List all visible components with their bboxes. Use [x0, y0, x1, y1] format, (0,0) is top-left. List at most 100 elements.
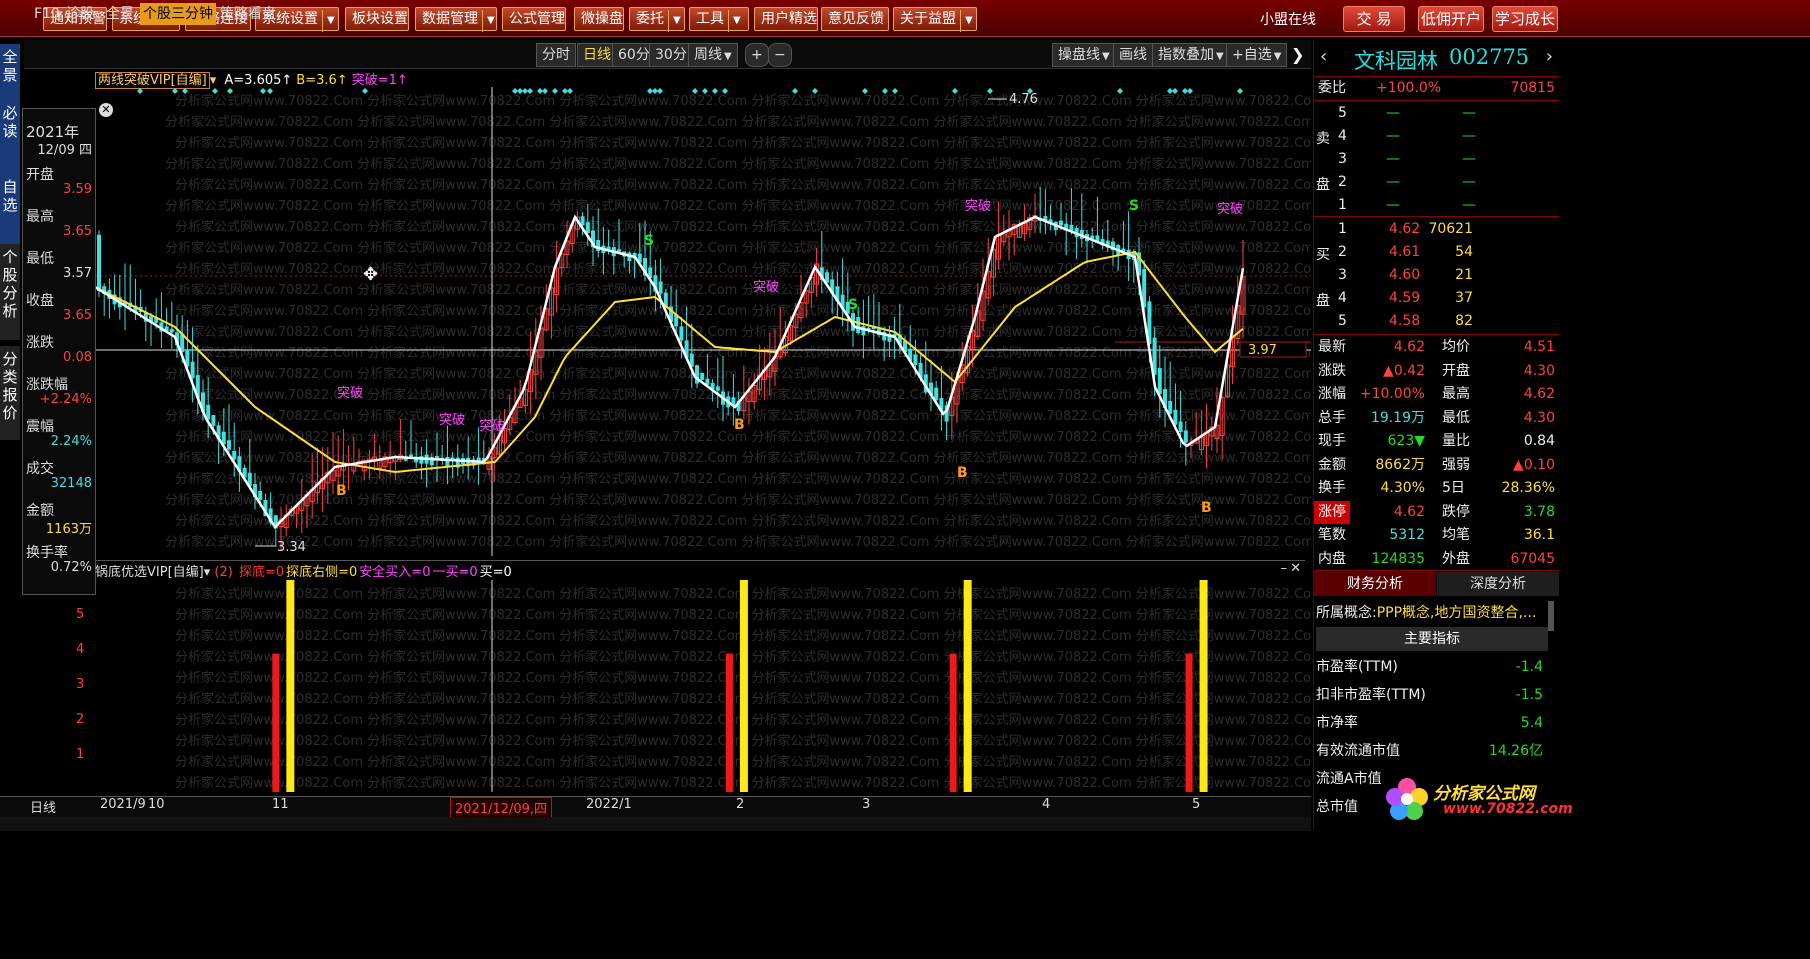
- toolbar-button-9[interactable]: 工具 ▼: [689, 7, 749, 32]
- left-tab-3[interactable]: 个 股 分 析: [0, 244, 20, 341]
- toolbar-button-11[interactable]: 意见反馈: [821, 7, 889, 31]
- info-value-3: 3.65: [63, 308, 92, 323]
- candle-down: [679, 326, 684, 341]
- scrollbar-thumb[interactable]: [1548, 601, 1554, 631]
- zoom-in-button[interactable]: +: [745, 43, 769, 67]
- chevron-down-icon: ▼: [1216, 51, 1224, 62]
- info-label-8: 金额: [26, 503, 54, 519]
- info-value-8: 1163万: [45, 522, 92, 537]
- left-tab-4[interactable]: 分 类 报 价: [0, 346, 20, 441]
- info-label-7: 成交: [26, 461, 54, 477]
- left-tab-1[interactable]: 必 读: [0, 100, 20, 175]
- candle-down: [211, 415, 216, 426]
- toolbar-button-10[interactable]: 用户精选: [754, 7, 818, 31]
- info-label-2: 最低: [26, 251, 54, 267]
- chart-tab-4[interactable]: 策略看盘: [220, 4, 276, 24]
- tab-depth-analysis[interactable]: 深度分析: [1437, 572, 1559, 596]
- sub-y-tick: 1: [76, 747, 85, 762]
- chevron-down-icon: ▼: [724, 51, 732, 62]
- close-icon[interactable]: ✕: [99, 103, 113, 117]
- candle-down: [232, 450, 237, 460]
- chart-right-1[interactable]: 画线: [1113, 43, 1153, 67]
- next-stock-icon[interactable]: ›: [1546, 46, 1553, 67]
- x-axis-label: 4: [1042, 797, 1051, 812]
- toolbar-button-4[interactable]: 板块设置: [345, 7, 409, 31]
- chevron-down-icon: ▼: [728, 10, 741, 32]
- tab-financial-analysis[interactable]: 财务分析: [1314, 572, 1436, 596]
- chevron-down-icon: ▼: [668, 10, 681, 32]
- zoom-out-button[interactable]: −: [768, 43, 792, 67]
- chart-tab-2[interactable]: 全景: [106, 4, 134, 24]
- period-tab-3[interactable]: 30分: [649, 43, 693, 67]
- chart-right-0[interactable]: 操盘线 ▼: [1052, 43, 1116, 67]
- stock-name: 文科园林: [1354, 49, 1438, 73]
- left-tab-0[interactable]: 全 景: [0, 44, 20, 101]
- chart-tab-1[interactable]: 诊股: [66, 4, 94, 24]
- stock-code: 002775: [1449, 45, 1530, 69]
- breakout-label: 突破: [479, 418, 505, 434]
- trade-button[interactable]: 交 易: [1343, 6, 1405, 32]
- sell-signal-label: S: [848, 297, 858, 313]
- x-axis-label: 2021/9: [100, 797, 146, 812]
- main-candlestick-chart[interactable]: 分析家公式网www.70822.Com 分析家公式网www.70822.Com …: [95, 87, 1311, 556]
- sub-indicator-chart[interactable]: 分析家公式网www.70822.Com 分析家公式网www.70822.Com …: [95, 580, 1311, 792]
- chevron-down-icon: ▼: [1273, 51, 1282, 62]
- open-account-button[interactable]: 低佣开户: [1418, 6, 1484, 32]
- period-tab-1[interactable]: 日线: [577, 43, 617, 67]
- watermark-text: 分析家公式网www.70822.Com 分析家公式网www.70822.Com …: [175, 303, 1311, 319]
- breakout-label: 突破: [337, 385, 363, 401]
- chart-right-2[interactable]: 指数叠加 ▼: [1152, 43, 1230, 67]
- quote-row: 内盘 124835 外盘 67045: [1318, 550, 1555, 567]
- logo-url: www.70822.com: [1443, 801, 1573, 817]
- quote-row: 涨跌 ▲0.42 开盘 4.30: [1318, 362, 1555, 379]
- quote-row: 现手 623▼ 量比 0.84: [1318, 433, 1555, 449]
- candle-down: [715, 386, 720, 391]
- period-tab-4[interactable]: 周线 ▼: [688, 43, 738, 67]
- watermark-text: 分析家公式网www.70822.Com 分析家公式网www.70822.Com …: [175, 345, 1311, 361]
- period-label[interactable]: 日线: [30, 797, 56, 816]
- candle-down: [913, 354, 918, 365]
- toolbar-button-7[interactable]: 微操盘: [574, 7, 624, 31]
- candle-down: [580, 216, 585, 226]
- watermark-text: 分析家公式网www.70822.Com 分析家公式网www.70822.Com …: [175, 513, 1311, 529]
- left-tab-2[interactable]: 自 选: [0, 174, 20, 245]
- site-logo: 分析家公式网 www.70822.com: [1383, 775, 1573, 825]
- collapse-panel-icon[interactable]: ❯: [1291, 45, 1304, 64]
- bottom-yellow-bar: [286, 580, 295, 792]
- info-label-4: 涨跌: [26, 335, 54, 351]
- quote-row: 涨停 4.62 跌停 3.78: [1314, 500, 1559, 524]
- period-tab-0[interactable]: 分时: [536, 43, 576, 67]
- toolbar-button-6[interactable]: 公式管理: [502, 7, 566, 31]
- info-value-5: +2.24%: [39, 392, 92, 407]
- main-indicator-title: 主要指标: [1316, 627, 1548, 651]
- concept-row: 所属概念:PPP概念,地方国资整合,...: [1316, 605, 1537, 621]
- minimize-icon[interactable]: –: [1281, 561, 1288, 576]
- x-axis-label: 5: [1192, 797, 1201, 812]
- candle-down: [190, 361, 195, 379]
- chart-tab-3[interactable]: 个股三分钟: [140, 3, 216, 25]
- sub-y-tick: 2: [76, 712, 85, 727]
- candle-down: [409, 454, 413, 457]
- bottom-tabs: [0, 817, 1311, 831]
- fin-row: 扣非市盈率(TTM) -1.5: [1316, 687, 1543, 703]
- learn-button[interactable]: 学习成长: [1492, 6, 1558, 32]
- bar-info-panel: ✕ 2021年 12/09 四 开盘 3.59 最高 3.65 最低 3.57 收盘 3.65…: [22, 103, 113, 595]
- close-sub-icon[interactable]: ✕: [1290, 561, 1301, 576]
- toolbar-button-8[interactable]: 委托 ▼: [629, 7, 685, 32]
- ask-row: 5— —: [1338, 105, 1476, 121]
- info-value-2: 3.57: [63, 266, 92, 281]
- chart-tab-0[interactable]: F10: [34, 4, 60, 24]
- info-value-1: 3.65: [63, 224, 92, 239]
- toolbar-button-5[interactable]: 数据管理 ▼: [415, 7, 497, 32]
- sub-param-0: 探底=0: [238, 565, 285, 580]
- chart-right-3[interactable]: +自选 ▼: [1226, 43, 1288, 67]
- chevron-down-icon: ▼: [322, 10, 335, 32]
- signal-diamond: [137, 88, 143, 94]
- buy-signal-label: B: [957, 465, 968, 481]
- candle-down: [585, 222, 590, 234]
- sell-signal-label: S: [644, 233, 654, 249]
- sub-indicator-select[interactable]: 锅底优选VIP[自编]: [95, 565, 204, 580]
- toolbar-button-12[interactable]: 关于益盟 ▼: [893, 7, 977, 32]
- breakout-label: 突破: [1217, 201, 1243, 217]
- prev-stock-icon[interactable]: ‹: [1320, 46, 1327, 67]
